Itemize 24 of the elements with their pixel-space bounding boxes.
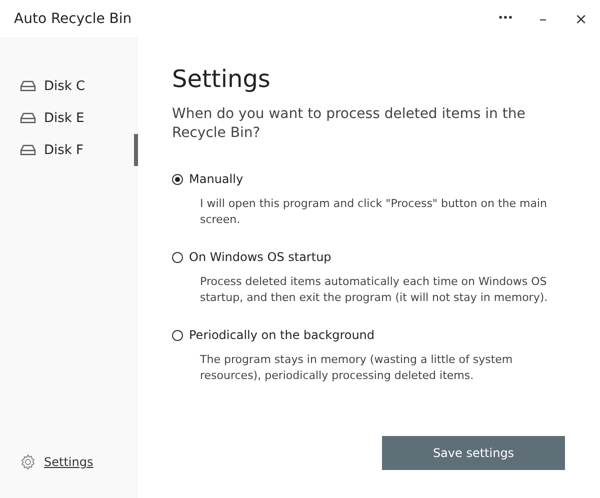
- settings-link[interactable]: Settings: [44, 455, 94, 469]
- drive-icon: [20, 112, 36, 124]
- minimize-button[interactable]: –: [524, 0, 562, 37]
- option-description: I will open this program and click "Process" button on the main screen.: [200, 196, 548, 228]
- more-button[interactable]: •••: [486, 0, 524, 37]
- window-title: Auto Recycle Bin: [14, 10, 133, 26]
- save-button[interactable]: Save settings: [382, 436, 565, 470]
- radio-button[interactable]: [172, 174, 183, 184]
- option-description: Process deleted items automatically each time on Windows OS startup, and then exit the program (it will not stay in memory).: [200, 274, 549, 306]
- sidebar-item[interactable]: Disk E: [0, 102, 138, 134]
- page-title: Settings: [172, 65, 272, 93]
- radio-button[interactable]: [172, 252, 183, 262]
- drive-icon: [20, 144, 36, 156]
- sidebar-item[interactable]: Disk C: [0, 70, 138, 102]
- close-button[interactable]: ×: [562, 0, 600, 37]
- radio-option[interactable]: On Windows OS startup: [172, 250, 332, 264]
- radio-option[interactable]: Periodically on the background: [172, 328, 375, 342]
- question-text: When do you want to process deleted items in the Recycle Bin?: [172, 105, 526, 143]
- radio-button[interactable]: [172, 330, 183, 340]
- sidebar-item[interactable]: Disk F: [0, 134, 138, 166]
- radio-option[interactable]: Manually: [172, 172, 244, 186]
- drive-icon: [20, 80, 36, 92]
- settings-icon: [20, 454, 36, 470]
- option-description: The program stays in memory (wasting a little of system resources), periodically processing deleted items.: [200, 352, 514, 384]
